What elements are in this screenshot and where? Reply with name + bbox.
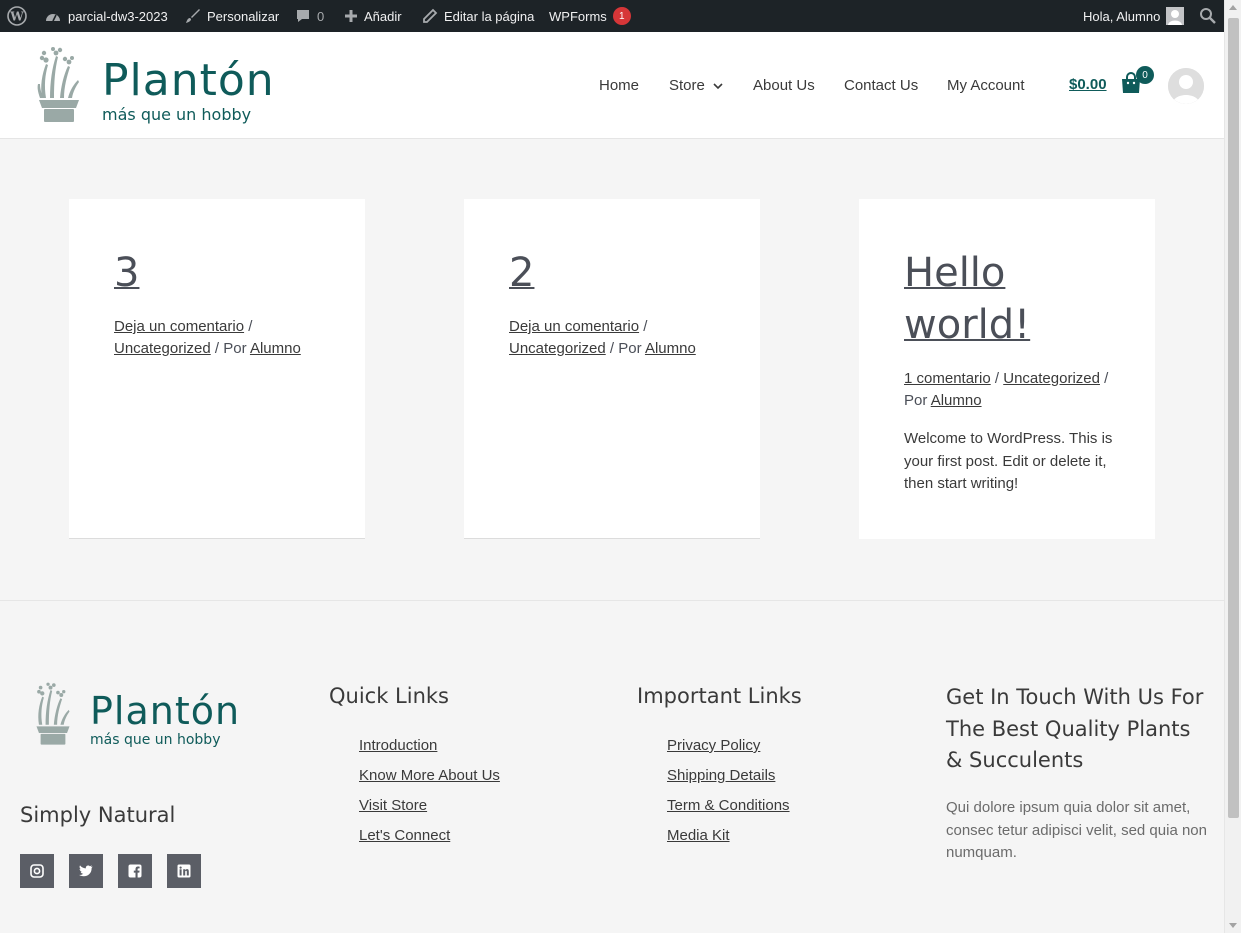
nav-home[interactable]: Home [599, 77, 639, 94]
dashboard-icon [44, 8, 62, 24]
customize-label: Personalizar [207, 8, 280, 24]
footer-link-visit-store[interactable]: Visit Store [359, 797, 427, 814]
scrollbar-thumb[interactable] [1228, 18, 1239, 818]
customize-link[interactable]: Personalizar [185, 0, 279, 32]
nav-store[interactable]: Store [669, 77, 723, 94]
footer-link-terms[interactable]: Term & Conditions [667, 797, 790, 814]
nav-my-account[interactable]: My Account [947, 77, 1025, 94]
svg-text:W: W [9, 10, 24, 24]
admin-bar: W parcial-dw3-2023 Personalizar 0 Añadir… [0, 0, 1224, 32]
post-title[interactable]: Hello world! [904, 247, 1124, 351]
comment-bubble-icon [295, 8, 311, 24]
nav-store-label: Store [669, 77, 705, 94]
post-author-link[interactable]: Alumno [250, 340, 301, 357]
post-card: Hello world! 1 comentario / Uncategorize… [859, 199, 1155, 539]
site-logo[interactable]: Plantón más que un hobby [36, 46, 275, 129]
post-card: 3 Deja un comentario / Uncategorized / P… [69, 199, 365, 539]
contact-text: Qui dolore ipsum quia dolor sit amet, co… [946, 799, 1207, 861]
wpforms-menu[interactable]: WPForms 1 [549, 0, 631, 32]
footer-link-know-more[interactable]: Know More About Us [359, 767, 500, 784]
contact-heading: Get In Touch With Us For The Best Qualit… [946, 685, 1204, 772]
pencil-icon [422, 8, 438, 24]
footer-link-shipping-details[interactable]: Shipping Details [667, 767, 775, 784]
site-header: Plantón más que un hobby Home Store Abou… [0, 32, 1224, 139]
nav-about-us[interactable]: About Us [753, 77, 815, 94]
post-comments-link[interactable]: 1 comentario [904, 370, 991, 387]
post-excerpt: Welcome to WordPress. This is your first… [904, 430, 1113, 492]
footer-brand-tagline: más que un hobby [90, 731, 221, 748]
account-menu[interactable]: Hola, Alumno [1083, 0, 1185, 32]
scroll-up-arrow-icon[interactable] [1229, 5, 1237, 10]
facebook-icon[interactable] [118, 854, 152, 888]
edit-page-link[interactable]: Editar la página [422, 0, 534, 32]
post-meta: 1 comentario / Uncategorized / Por Alumn… [904, 370, 1109, 409]
admin-avatar-icon [1166, 7, 1185, 25]
brand-tagline: más que un hobby [102, 105, 252, 124]
instagram-icon[interactable] [20, 854, 54, 888]
scroll-down-arrow-icon[interactable] [1229, 923, 1237, 928]
brush-icon [185, 8, 201, 24]
quick-links-heading: Quick Links [329, 684, 450, 708]
footer-logo[interactable]: Plantón más que un hobby [34, 681, 240, 752]
cart-total[interactable]: $0.00 [1069, 76, 1107, 93]
post-author-link[interactable]: Alumno [931, 392, 982, 409]
edit-page-label: Editar la página [444, 8, 535, 24]
comments-count: 0 [317, 8, 325, 24]
footer-link-lets-connect[interactable]: Let's Connect [359, 827, 450, 844]
comments-link[interactable]: 0 [295, 0, 324, 32]
twitter-icon[interactable] [69, 854, 103, 888]
post-comments-link[interactable]: Deja un comentario [509, 318, 639, 335]
post-title[interactable]: 3 [114, 247, 334, 299]
cart-count-badge: 0 [1136, 66, 1154, 84]
footer-brand-name: Plantón [90, 688, 241, 733]
greeting: Hola, Alumno [1083, 8, 1161, 24]
post-comments-link[interactable]: Deja un comentario [114, 318, 244, 335]
post-title[interactable]: 2 [509, 247, 729, 299]
nav-contact-us[interactable]: Contact Us [844, 77, 918, 94]
plant-logo-icon [34, 681, 72, 752]
site-name: parcial-dw3-2023 [68, 8, 168, 24]
post-category-link[interactable]: Uncategorized [1003, 370, 1100, 387]
footer-link-media-kit[interactable]: Media Kit [667, 827, 730, 844]
user-avatar-icon[interactable] [1168, 68, 1204, 104]
wordpress-logo-icon[interactable]: W [7, 0, 27, 32]
post-category-link[interactable]: Uncategorized [509, 340, 606, 357]
admin-site-menu[interactable]: parcial-dw3-2023 [44, 0, 168, 32]
page-scrollbar[interactable] [1224, 0, 1241, 933]
brand-name: Plantón [102, 55, 275, 106]
linkedin-icon[interactable] [167, 854, 201, 888]
add-new-label: Añadir [364, 8, 402, 24]
wpforms-notification-badge: 1 [612, 7, 631, 25]
important-links-heading: Important Links [637, 684, 802, 708]
admin-search-icon[interactable] [1199, 0, 1217, 32]
plant-logo-icon [36, 46, 82, 129]
post-author-link[interactable]: Alumno [645, 340, 696, 357]
footer-link-introduction[interactable]: Introduction [359, 737, 437, 754]
post-by-label: / Por [214, 340, 247, 357]
plus-icon [344, 9, 358, 23]
simply-natural-heading: Simply Natural [20, 803, 176, 827]
wpforms-label: WPForms [549, 8, 607, 24]
post-by-label: / Por [609, 340, 642, 357]
post-meta: Deja un comentario / Uncategorized / Por… [509, 318, 696, 357]
footer-link-privacy-policy[interactable]: Privacy Policy [667, 737, 760, 754]
post-card: 2 Deja un comentario / Uncategorized / P… [464, 199, 760, 539]
chevron-down-icon [713, 77, 723, 94]
post-meta: Deja un comentario / Uncategorized / Por… [114, 318, 301, 357]
site-footer: Plantón más que un hobby Simply Natural … [0, 600, 1224, 933]
post-category-link[interactable]: Uncategorized [114, 340, 211, 357]
add-new-menu[interactable]: Añadir [344, 0, 402, 32]
